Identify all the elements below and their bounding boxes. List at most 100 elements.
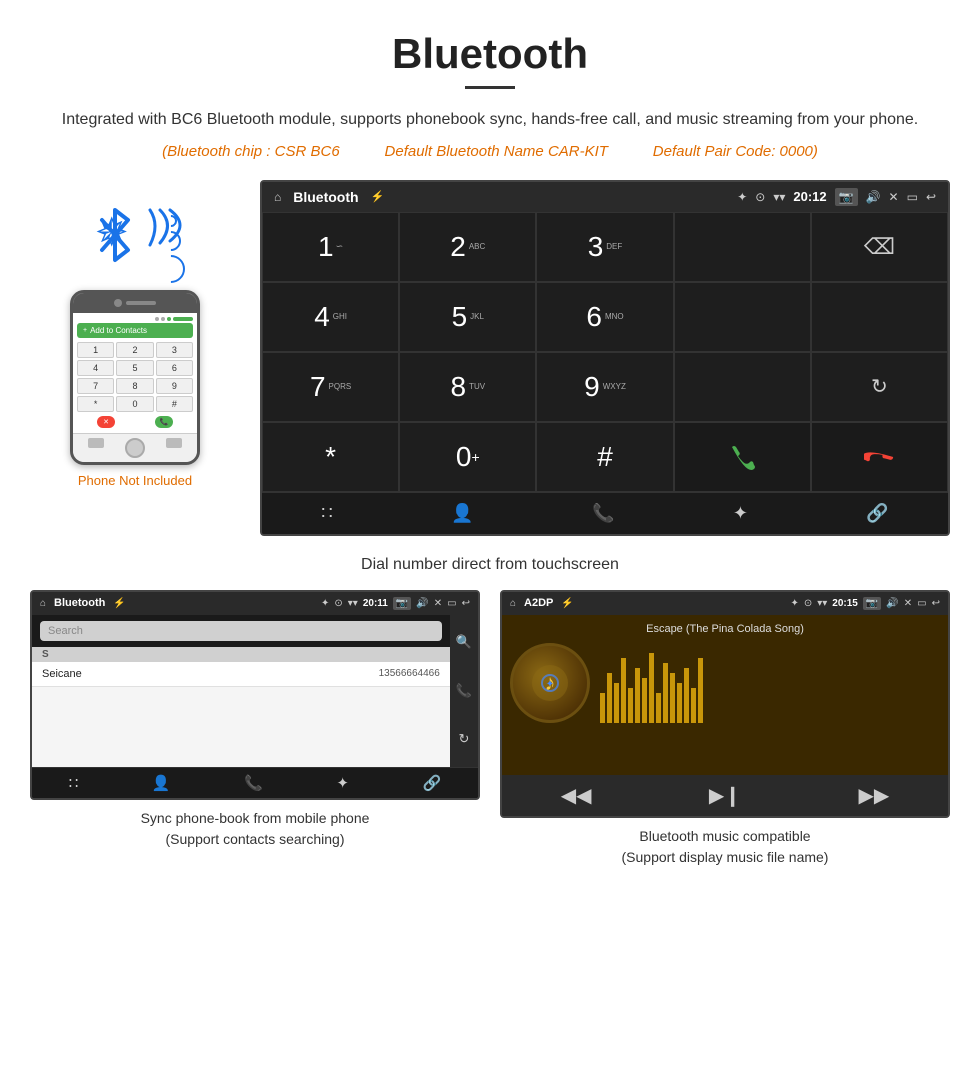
contacts-nav-phone[interactable]: 📞: [244, 774, 263, 792]
usb-icon: ⚡: [371, 190, 385, 203]
dialer-empty-4: [674, 352, 811, 422]
dialer-call-button[interactable]: [674, 422, 811, 492]
music-vol-icon[interactable]: 🔊: [886, 598, 898, 609]
contact-name: Seicane: [42, 668, 379, 680]
music-usb-icon: ⚡: [561, 598, 573, 609]
phone-screen: + Add to Contacts 123 456 789 *0# ✕ 📞: [73, 313, 197, 433]
page-header: Bluetooth Integrated with BC6 Bluetooth …: [0, 0, 980, 170]
contacts-screen-wrap: ⌂ Bluetooth ⚡ ✦ ⊙ ▾▾ 20:11 📷 🔊 ✕ ▭ ↩: [30, 590, 480, 868]
contacts-loc-icon: ⊙: [334, 598, 342, 609]
music-screen-wrap: ⌂ A2DP ⚡ ✦ ⊙ ▾▾ 20:15 📷 🔊 ✕ ▭ ↩: [500, 590, 950, 868]
contacts-nav-grid[interactable]: ∷: [69, 774, 79, 792]
dialer-key-4[interactable]: 4GHI: [262, 282, 399, 352]
contacts-close-icon[interactable]: ✕: [434, 598, 442, 609]
screen-statusbar: ⌂ Bluetooth ⚡ ✦ ⊙ ▾▾ 20:12 📷 🔊 ✕ ▭ ↩: [262, 182, 948, 212]
music-play-button[interactable]: ▶❙: [709, 783, 741, 808]
contacts-nav-user[interactable]: 👤: [152, 774, 171, 792]
signal-arcs: [140, 205, 190, 265]
dialer-end-button[interactable]: [811, 422, 948, 492]
contacts-search-icon[interactable]: 🔍: [456, 634, 472, 650]
contacts-signal: ▾▾: [348, 598, 358, 609]
main-caption: Dial number direct from touchscreen: [0, 556, 980, 574]
music-next-button[interactable]: ▶▶: [859, 783, 890, 808]
dialer-key-star[interactable]: *: [262, 422, 399, 492]
contacts-side-icons: 🔍 📞 ↻: [450, 615, 478, 767]
back-icon[interactable]: ↩: [926, 190, 936, 204]
dialer-key-hash[interactable]: #: [536, 422, 673, 492]
contact-phone: 13566664466: [379, 668, 440, 679]
volume-icon[interactable]: 🔊: [866, 190, 881, 204]
contacts-refresh-icon[interactable]: ↻: [458, 731, 469, 747]
contacts-statusbar: ⌂ Bluetooth ⚡ ✦ ⊙ ▾▾ 20:11 📷 🔊 ✕ ▭ ↩: [32, 592, 478, 615]
music-controls: ◀◀ ▶❙ ▶▶: [502, 775, 948, 816]
svg-text:✦: ✦: [546, 679, 554, 690]
phone-home-button: [125, 438, 145, 458]
contacts-call-icon[interactable]: 📞: [456, 683, 472, 699]
music-close-icon[interactable]: ✕: [904, 598, 912, 609]
dialer-key-6[interactable]: 6MNO: [536, 282, 673, 352]
nav-grid-icon[interactable]: ∷: [321, 503, 332, 524]
screen-icon[interactable]: ▭: [907, 190, 918, 204]
dialer-backspace[interactable]: ⌫: [811, 212, 948, 282]
spec-name: Default Bluetooth Name CAR-KIT: [385, 143, 608, 160]
home-icon[interactable]: ⌂: [274, 190, 281, 204]
dialer-key-9[interactable]: 9WXYZ: [536, 352, 673, 422]
dialer-key-8[interactable]: 8TUV: [399, 352, 536, 422]
status-right: ✦ ⊙ ▾▾ 20:12 📷 🔊 ✕ ▭ ↩: [737, 188, 936, 206]
contacts-usb-icon: ⚡: [113, 598, 125, 609]
dialer-key-2[interactable]: 2ABC: [399, 212, 536, 282]
music-cam-icon[interactable]: 📷: [863, 597, 881, 610]
music-visualizer: [600, 643, 940, 723]
close-icon[interactable]: ✕: [889, 190, 899, 204]
contacts-screen: ⌂ Bluetooth ⚡ ✦ ⊙ ▾▾ 20:11 📷 🔊 ✕ ▭ ↩: [30, 590, 480, 800]
location-icon: ⊙: [755, 190, 765, 204]
header-description: Integrated with BC6 Bluetooth module, su…: [60, 107, 920, 133]
contacts-nav-bt[interactable]: ✦: [336, 774, 349, 792]
phone-contacts-bar: + Add to Contacts: [77, 323, 193, 338]
music-content: Escape (The Pina Colada Song) ♪ ✦: [502, 615, 948, 775]
camera-icon[interactable]: 📷: [835, 188, 858, 206]
contacts-list: S Seicane 13566664466: [32, 647, 450, 767]
music-title: A2DP: [524, 597, 553, 609]
nav-bluetooth-icon[interactable]: ✦: [733, 503, 748, 524]
phone-illustration: ✵: [30, 180, 240, 488]
contacts-item-seicane[interactable]: Seicane 13566664466: [32, 662, 450, 687]
contacts-letter-s: S: [32, 647, 450, 662]
contacts-time: 20:11: [363, 598, 388, 609]
dialer-key-1[interactable]: 1∽: [262, 212, 399, 282]
music-home-icon[interactable]: ⌂: [510, 598, 516, 609]
phone-keypad: 123 456 789 *0#: [77, 342, 193, 412]
dialer-refresh[interactable]: ↻: [811, 352, 948, 422]
dialer-grid: 1∽ 2ABC 3DEF ⌫ 4GHI 5JKL 6MNO 7PQRS 8TUV…: [262, 212, 948, 492]
music-screen-icon[interactable]: ▭: [917, 598, 926, 609]
nav-contacts-icon[interactable]: 👤: [451, 503, 473, 524]
phone-not-included-label: Phone Not Included: [78, 473, 192, 488]
main-car-screen-area: ⌂ Bluetooth ⚡ ✦ ⊙ ▾▾ 20:12 📷 🔊 ✕ ▭ ↩: [260, 180, 950, 536]
contacts-screen-icon[interactable]: ▭: [447, 598, 456, 609]
music-prev-button[interactable]: ◀◀: [561, 783, 592, 808]
spec-chip: (Bluetooth chip : CSR BC6: [162, 143, 340, 160]
music-bt-icon: ✦: [790, 598, 798, 609]
contacts-search-bar[interactable]: Search: [40, 621, 442, 641]
music-back-icon[interactable]: ↩: [932, 598, 940, 609]
music-screen: ⌂ A2DP ⚡ ✦ ⊙ ▾▾ 20:15 📷 🔊 ✕ ▭ ↩: [500, 590, 950, 818]
nav-phone-icon[interactable]: 📞: [592, 503, 614, 524]
status-left: ⌂ Bluetooth ⚡: [274, 189, 384, 205]
contacts-vol-icon[interactable]: 🔊: [416, 598, 428, 609]
phone-speaker: [126, 301, 156, 305]
music-loc-icon: ⊙: [804, 598, 812, 609]
contacts-nav-link[interactable]: 🔗: [423, 774, 442, 792]
dialer-key-5[interactable]: 5JKL: [399, 282, 536, 352]
dialer-empty-1: [674, 212, 811, 282]
contacts-back-icon[interactable]: ↩: [462, 598, 470, 609]
dialer-key-0[interactable]: 0+: [399, 422, 536, 492]
contacts-cam-icon[interactable]: 📷: [393, 597, 411, 610]
dialer-key-3[interactable]: 3DEF: [536, 212, 673, 282]
nav-link-icon[interactable]: 🔗: [866, 503, 888, 524]
car-screen-dialer: ⌂ Bluetooth ⚡ ✦ ⊙ ▾▾ 20:12 📷 🔊 ✕ ▭ ↩: [260, 180, 950, 536]
bottom-screens: ⌂ Bluetooth ⚡ ✦ ⊙ ▾▾ 20:11 📷 🔊 ✕ ▭ ↩: [0, 590, 980, 888]
screen-title: Bluetooth: [293, 189, 358, 205]
contacts-home-icon[interactable]: ⌂: [40, 598, 46, 609]
dialer-key-7[interactable]: 7PQRS: [262, 352, 399, 422]
contacts-caption: Sync phone-book from mobile phone(Suppor…: [141, 808, 370, 850]
